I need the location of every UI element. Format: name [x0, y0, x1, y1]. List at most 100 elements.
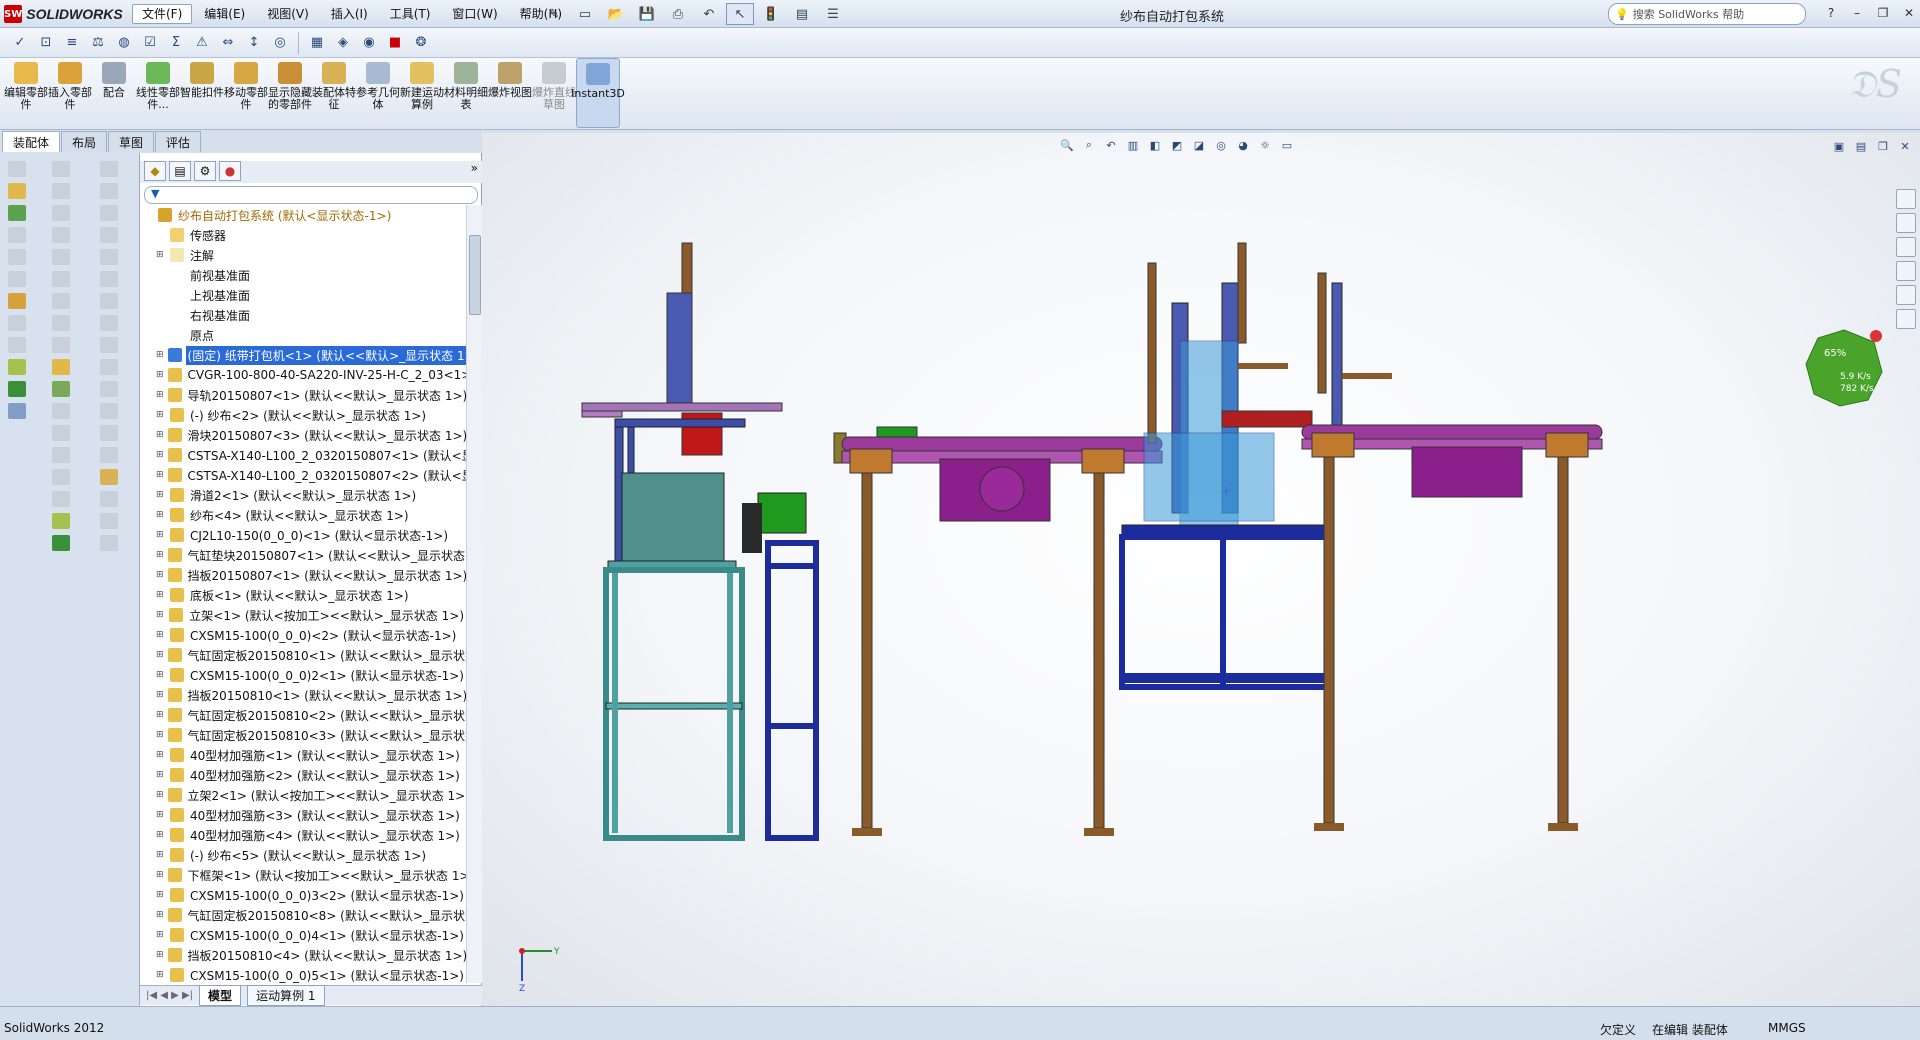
tab-assembly[interactable]: 装配体: [2, 131, 61, 152]
expand-toggle-icon[interactable]: ⊞: [156, 890, 166, 900]
expand-toggle-icon[interactable]: ⊞: [156, 530, 166, 540]
tree-item[interactable]: ⊞ CXSM15-100(0_0_0)4<1> (默认<显示状态-1>): [140, 925, 466, 945]
toolbar-button-icon[interactable]: [8, 249, 26, 265]
equations-icon[interactable]: ≡: [60, 31, 84, 55]
menu-insert[interactable]: 插入(I): [321, 4, 378, 24]
tree-item[interactable]: ⊞ 气缸固定板20150810<2> (默认<<默认>_显示状态: [140, 705, 466, 725]
toolbar-button-icon[interactable]: [52, 425, 70, 441]
expand-toggle-icon[interactable]: ⊞: [156, 830, 166, 840]
expand-toggle-icon[interactable]: ⊞: [156, 510, 166, 520]
tree-item[interactable]: 传感器: [140, 225, 466, 245]
toolbar-button-icon[interactable]: [8, 183, 26, 199]
linear-pattern-button[interactable]: 线性零部件...: [136, 58, 180, 128]
tree-item[interactable]: ⊞ CSTSA-X140-L100_2_0320150807<1> (默认<显示: [140, 445, 466, 465]
file-properties-icon[interactable]: ▤: [788, 3, 816, 25]
insert-component-button[interactable]: 插入零部件: [48, 58, 92, 128]
minimize-icon[interactable]: –: [1846, 2, 1868, 24]
blue-frame[interactable]: [765, 540, 819, 841]
toolbar-button-icon[interactable]: [52, 315, 70, 331]
tree-scrollbar[interactable]: [466, 205, 482, 983]
gauge-plus-icon[interactable]: [1870, 330, 1882, 342]
toolbar-button-icon[interactable]: [100, 227, 118, 243]
solidworks-logo[interactable]: SW SOLIDWORKS: [4, 4, 123, 24]
expand-toggle-icon[interactable]: ⊞: [156, 650, 164, 660]
expand-toggle-icon[interactable]: ⊞: [156, 350, 164, 360]
expand-toggle-icon[interactable]: ⊞: [156, 590, 166, 600]
tree-item[interactable]: ⊞ 底板<1> (默认<<默认>_显示状态 1>): [140, 585, 466, 605]
toolbar-button-icon[interactable]: [52, 469, 70, 485]
toolbar-button-icon[interactable]: [52, 271, 70, 287]
expand-toggle-icon[interactable]: ⊞: [156, 910, 164, 920]
toolbar-button-icon[interactable]: [52, 161, 70, 177]
tree-item[interactable]: ⊞ 气缸垫块20150807<1> (默认<<默认>_显示状态 1>: [140, 545, 466, 565]
expand-toggle-icon[interactable]: ⊞: [156, 610, 165, 620]
toolbar-button-icon[interactable]: [100, 491, 118, 507]
toolbar-button-icon[interactable]: [100, 183, 118, 199]
toolbar-button-icon[interactable]: [8, 205, 26, 221]
tab-nav-icon[interactable]: |◀ ◀ ▶ ▶|: [146, 990, 193, 1001]
instant3d-button[interactable]: Instant3D: [571, 58, 625, 128]
mate-button[interactable]: 配合: [92, 58, 136, 128]
tree-item[interactable]: ⊞ 气缸固定板20150810<8> (默认<<默认>_显示状态: [140, 905, 466, 925]
tree-item[interactable]: ⊞ 下框架<1> (默认<按加工><<默认>_显示状态 1>): [140, 865, 466, 885]
tree-item[interactable]: ⊞ 滑块20150807<3> (默认<<默认>_显示状态 1>): [140, 425, 466, 445]
save-icon[interactable]: 💾: [633, 3, 661, 25]
units-selector[interactable]: MMGS: [1768, 1021, 1806, 1035]
tree-item[interactable]: ⊞ CXSM15-100(0_0_0)2<1> (默认<显示状态-1>): [140, 665, 466, 685]
tree-item[interactable]: ⊞ (固定) 纸带打包机<1> (默认<<默认>_显示状态 1>): [140, 345, 466, 365]
display-manager-tab-icon[interactable]: ●: [219, 161, 241, 181]
toolbar-button-icon[interactable]: [100, 381, 118, 397]
toolbar-button-icon[interactable]: [100, 293, 118, 309]
expand-toggle-icon[interactable]: ⊞: [156, 390, 164, 400]
toolbar-button-icon[interactable]: [8, 359, 26, 375]
toolbar-button-icon[interactable]: [52, 183, 70, 199]
toolbar-button-icon[interactable]: [100, 337, 118, 353]
conveyor-1[interactable]: [833, 426, 1163, 836]
tab-layout[interactable]: 布局: [61, 131, 108, 152]
expand-toggle-icon[interactable]: ⊞: [156, 750, 166, 760]
graphics-area[interactable]: 🔍 ⌕ ↶ ▥ ◧ ◩ ◪ ◎ ◕ ☼ ▭ ▣ ▤ ❐ ✕ 65% 5.9 K/…: [482, 133, 1920, 1006]
tree-item[interactable]: ⊞ 气缸固定板20150810<3> (默认<<默认>_显示状态: [140, 725, 466, 745]
toolbar-button-icon[interactable]: [8, 403, 26, 419]
tree-item[interactable]: 上视基准面: [140, 285, 466, 305]
tree-item[interactable]: ⊞ 挡板20150807<1> (默认<<默认>_显示状态 1>): [140, 565, 466, 585]
print-icon[interactable]: ⎙: [664, 3, 692, 25]
sum-icon[interactable]: Σ: [164, 31, 188, 55]
toolbar-button-icon[interactable]: [100, 513, 118, 529]
toolbar-button-icon[interactable]: [100, 161, 118, 177]
toolbar-button-icon[interactable]: [100, 271, 118, 287]
tree-item[interactable]: ⊞ 立架2<1> (默认<按加工><<默认>_显示状态 1>): [140, 785, 466, 805]
tree-item[interactable]: ⊞ 气缸固定板20150810<1> (默认<<默认>_显示状态: [140, 645, 466, 665]
expand-toggle-icon[interactable]: ⊞: [156, 970, 166, 980]
tab-model[interactable]: 模型: [199, 985, 242, 1006]
options-icon[interactable]: ☰: [819, 3, 847, 25]
expand-toggle-icon[interactable]: ⊞: [156, 810, 166, 820]
conveyor-2[interactable]: [1301, 424, 1603, 831]
tree-item[interactable]: ⊞ CXSM15-100(0_0_0)3<2> (默认<显示状态-1>): [140, 885, 466, 905]
expand-toggle-icon[interactable]: ⊞: [156, 850, 166, 860]
tree-item[interactable]: ⊞ CVGR-100-800-40-SA220-INV-25-H-C_2_03<1…: [140, 365, 466, 385]
close-icon[interactable]: ✕: [1898, 2, 1920, 24]
tab-evaluate[interactable]: 评估: [155, 131, 202, 152]
help-search-input[interactable]: 💡 搜索 SolidWorks 帮助: [1608, 3, 1806, 25]
check-icon[interactable]: ☑: [138, 31, 162, 55]
menu-view[interactable]: 视图(V): [257, 4, 319, 24]
toolbar-button-icon[interactable]: [52, 293, 70, 309]
toolbar-button-icon[interactable]: [52, 359, 70, 375]
tree-item[interactable]: ⊞ 滑道2<1> (默认<<默认>_显示状态 1>): [140, 485, 466, 505]
toolbar-button-icon[interactable]: [52, 513, 70, 529]
statistics-icon[interactable]: ▦: [305, 31, 329, 55]
rebuild-icon[interactable]: 🚦: [757, 3, 785, 25]
tree-item[interactable]: ⊞ 立架<1> (默认<按加工><<默认>_显示状态 1>): [140, 605, 466, 625]
tree-item[interactable]: ⊞ 40型材加强筋<2> (默认<<默认>_显示状态 1>): [140, 765, 466, 785]
expand-toggle-icon[interactable]: ⊞: [156, 410, 166, 420]
property-manager-tab-icon[interactable]: ▤: [169, 161, 191, 181]
expand-toggle-icon[interactable]: ⊞: [156, 770, 166, 780]
undo-icon[interactable]: ↶: [695, 3, 723, 25]
smart-fastener-button[interactable]: 智能扣件: [180, 58, 224, 128]
expand-toggle-icon[interactable]: ⊞: [156, 450, 164, 460]
reference-geometry-button[interactable]: 参考几何体: [356, 58, 400, 128]
expand-toggle-icon[interactable]: ⊞: [156, 930, 166, 940]
toolbar-button-icon[interactable]: [52, 381, 70, 397]
tree-item[interactable]: ⊞ CSTSA-X140-L100_2_0320150807<2> (默认<显示: [140, 465, 466, 485]
